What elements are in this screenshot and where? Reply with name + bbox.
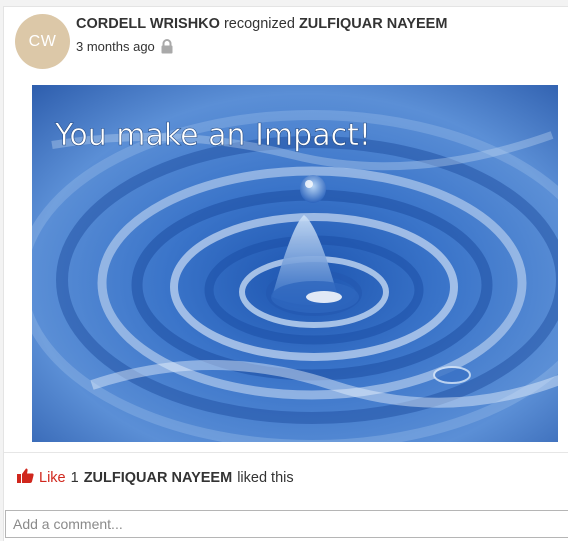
recognized-verb: recognized [223, 16, 295, 32]
avatar[interactable]: CW [15, 14, 70, 69]
image-caption: You make an Impact! [54, 118, 371, 153]
lock-icon [160, 39, 174, 54]
post-meta: 3 months ago [76, 39, 174, 54]
like-count: 1 [70, 469, 79, 486]
author-name[interactable]: CORDELL WRISHKO [76, 16, 220, 32]
liker-name[interactable]: ZULFIQUAR NAYEEM [84, 470, 233, 486]
post-timestamp[interactable]: 3 months ago [76, 39, 155, 54]
comment-input[interactable] [5, 510, 568, 538]
avatar-initials: CW [28, 32, 57, 50]
recognition-image[interactable]: You make an Impact! [32, 85, 558, 442]
liked-suffix: liked this [237, 469, 294, 486]
thumbs-up-icon [17, 468, 34, 487]
divider [4, 452, 568, 453]
like-button[interactable]: Like [17, 468, 66, 487]
like-label: Like [39, 469, 66, 486]
likes-row: Like 1 ZULFIQUAR NAYEEM liked this [17, 468, 294, 487]
recognition-post-card: CW CORDELL WRISHKO recognized ZULFIQUAR … [3, 6, 568, 541]
recipient-name[interactable]: ZULFIQUAR NAYEEM [299, 16, 448, 32]
post-headline: CORDELL WRISHKO recognized ZULFIQUAR NAY… [76, 16, 447, 32]
